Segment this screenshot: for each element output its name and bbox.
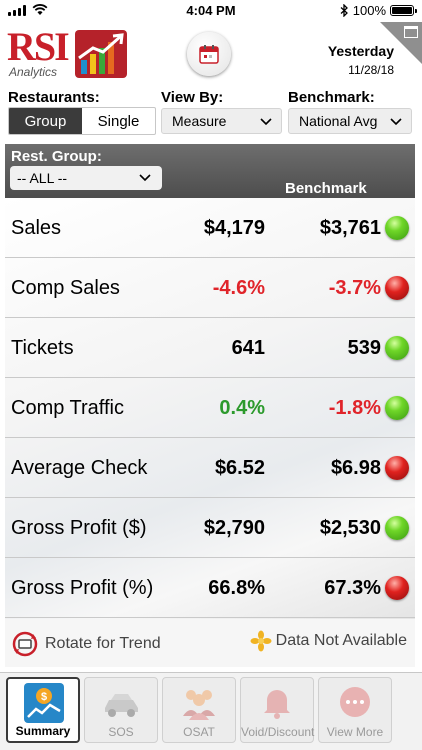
bottom-tab-bar: $ Summary SOS OSAT Void/Discount View Mo… [0, 672, 422, 750]
metric-value: 641 [231, 337, 265, 359]
metric-benchmark: $3,761 [319, 217, 381, 239]
view-by-value: Measure [172, 113, 227, 129]
rest-group-value: -- ALL -- [17, 170, 68, 186]
metric-value: $4,179 [203, 217, 265, 239]
metric-value: $2,790 [203, 517, 265, 539]
logo-text: RSI [7, 24, 70, 69]
table-row[interactable]: Tickets 641 539 [5, 318, 415, 378]
table-row[interactable]: Gross Profit (%) 66.8% 67.3% [5, 558, 415, 618]
table-row[interactable]: Comp Traffic 0.4% -1.8% [5, 378, 415, 438]
benchmark-label: Benchmark: [288, 89, 375, 106]
calendar-button[interactable] [187, 32, 231, 76]
table-row[interactable]: Gross Profit ($) $2,790 $2,530 [5, 498, 415, 558]
segment-group[interactable]: Group [9, 108, 82, 134]
metric-label: Comp Traffic [11, 397, 124, 419]
metric-value: 66.8% [208, 577, 265, 599]
metric-value: $6.52 [214, 457, 265, 479]
status-bar: 4:04 PM 100% [0, 0, 422, 22]
metric-label: Gross Profit ($) [11, 517, 147, 539]
tab-label: SOS [108, 725, 134, 739]
metric-benchmark: -3.7% [328, 277, 381, 299]
not-available-text: Data Not Available [275, 632, 407, 649]
status-dot-icon [385, 216, 409, 240]
logo-subtext: Analytics [9, 65, 58, 79]
restaurants-label: Restaurants: [8, 89, 100, 106]
tab-osat[interactable]: OSAT [162, 677, 236, 743]
metric-value: 0.4% [219, 397, 265, 419]
table-row[interactable]: Sales $4,179 $3,761 [5, 198, 415, 258]
view-by-dropdown[interactable]: Measure [161, 108, 282, 134]
status-dot-icon [385, 516, 409, 540]
calendar-icon [199, 45, 219, 64]
chevron-down-icon [260, 118, 272, 126]
status-right: 100% [340, 3, 417, 18]
metrics-table: Sales $4,179 $3,761 Comp Sales -4.6% -3.… [5, 198, 415, 619]
chevron-down-icon [139, 174, 151, 182]
svg-text:$: $ [41, 691, 47, 703]
metric-benchmark: 67.3% [324, 577, 381, 599]
rest-group-dropdown[interactable]: -- ALL -- [10, 166, 162, 190]
metric-value: -4.6% [212, 277, 265, 299]
metric-benchmark: 539 [347, 337, 381, 359]
tab-summary[interactable]: $ Summary [6, 677, 80, 743]
battery-percent: 100% [352, 3, 386, 18]
rotate-device-icon [12, 631, 38, 657]
tab-sos[interactable]: SOS [84, 677, 158, 743]
tab-label: Void/Discount [241, 725, 315, 739]
tab-label: OSAT [183, 725, 215, 739]
status-dot-icon [385, 576, 409, 600]
app-header: RSI Analytics Yesterday 11/28/18 [0, 22, 422, 84]
asterisk-icon [250, 630, 272, 652]
logo-chart-icon [75, 30, 127, 78]
bluetooth-icon [340, 4, 348, 17]
date-value: 11/28/18 [348, 63, 394, 77]
tab-label: Summary [15, 724, 71, 738]
chevron-down-icon [390, 118, 402, 126]
battery-icon [390, 5, 417, 16]
metric-benchmark: $2,530 [319, 517, 381, 539]
status-dot-icon [385, 456, 409, 480]
view-by-label: View By: [161, 89, 224, 106]
benchmark-column-header: Benchmark [285, 180, 367, 197]
metric-label: Gross Profit (%) [11, 577, 154, 599]
metric-benchmark: $6.98 [330, 457, 381, 479]
tab-label: View More [326, 725, 384, 739]
filter-bar: Restaurants: Group Single View By: Measu… [0, 84, 422, 142]
summary-chart-icon: $ [24, 683, 64, 723]
metric-benchmark: -1.8% [328, 397, 381, 419]
rest-group-label: Rest. Group: [11, 148, 102, 165]
more-icon [335, 682, 375, 722]
status-dot-icon [385, 276, 409, 300]
rotate-hint: Rotate for Trend [11, 630, 161, 658]
status-dot-icon [385, 396, 409, 420]
people-icon [179, 682, 219, 722]
tab-view-more[interactable]: View More [318, 677, 392, 743]
export-tray-icon [404, 26, 418, 38]
status-dot-icon [385, 336, 409, 360]
rsi-analytics-logo: RSI Analytics [7, 24, 127, 79]
tab-void-discount[interactable]: Void/Discount [240, 677, 314, 743]
table-header: Rest. Group: -- ALL -- Benchmark [5, 144, 415, 198]
car-icon [101, 682, 141, 722]
table-row[interactable]: Comp Sales -4.6% -3.7% [5, 258, 415, 318]
not-available-legend: Data Not Available [250, 630, 407, 652]
table-row[interactable]: Average Check $6.52 $6.98 [5, 438, 415, 498]
legend-bar: Rotate for Trend Data Not Available [5, 619, 415, 667]
benchmark-dropdown[interactable]: National Avg [288, 108, 412, 134]
segment-single[interactable]: Single [82, 108, 155, 134]
restaurant-segmented-control: Group Single [8, 107, 156, 135]
bell-icon [257, 682, 297, 722]
rotate-text: Rotate for Trend [45, 635, 161, 652]
metric-label: Average Check [11, 457, 148, 479]
metric-label: Sales [11, 217, 62, 239]
benchmark-value: National Avg [299, 113, 378, 129]
metric-label: Comp Sales [11, 277, 120, 299]
metric-label: Tickets [11, 337, 74, 359]
